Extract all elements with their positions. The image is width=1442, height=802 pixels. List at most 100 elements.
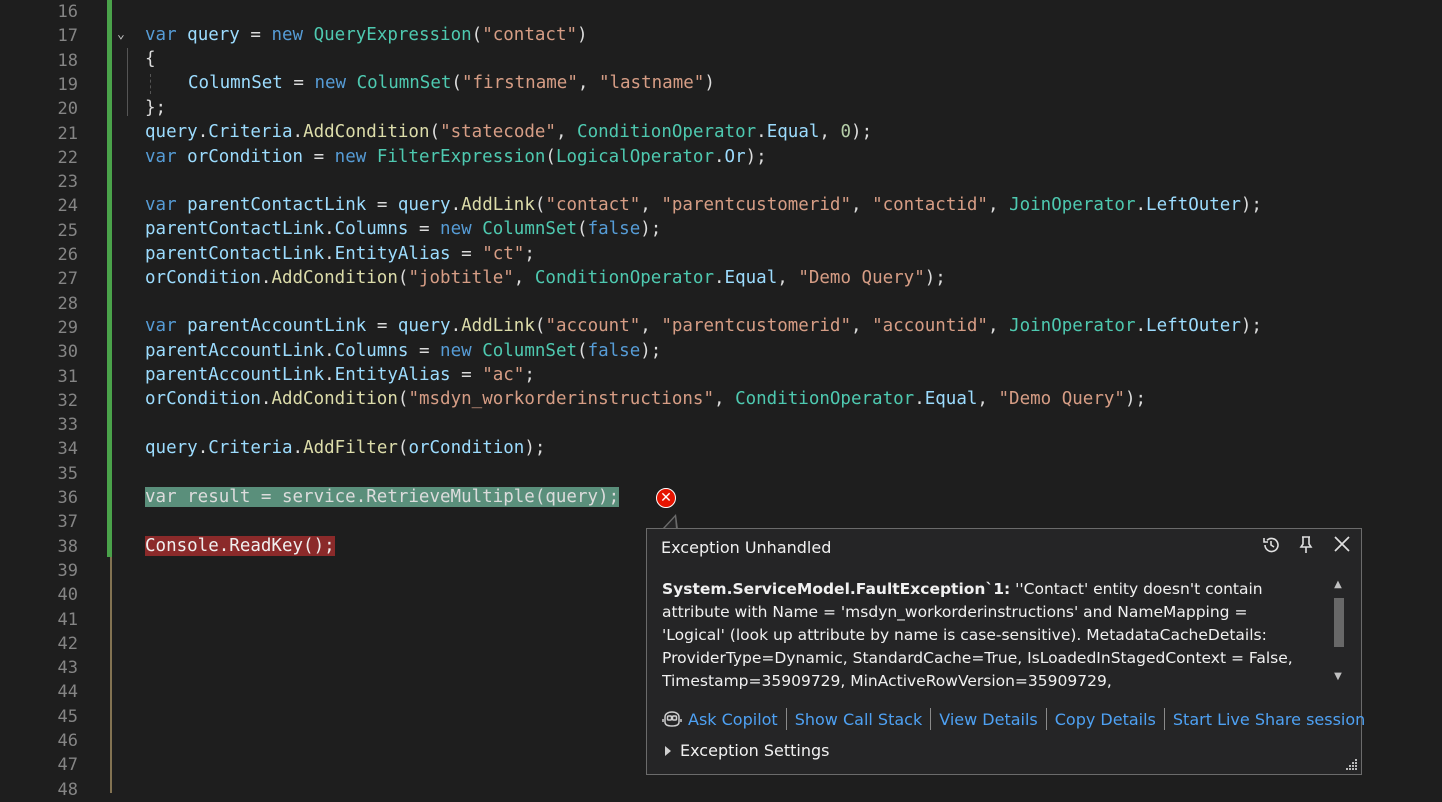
scroll-down-icon[interactable]: ▼ <box>1329 669 1347 685</box>
code-line-30[interactable]: parentAccountLink.Columns = new ColumnSe… <box>145 339 661 363</box>
code-line-24[interactable]: var parentContactLink = query.AddLink("c… <box>145 193 1262 217</box>
code-token: LogicalOperator <box>555 147 714 167</box>
line-number: 42 <box>57 633 78 654</box>
code-line-26[interactable]: parentContactLink.EntityAlias = "ct"; <box>145 242 535 266</box>
exception-settings-label: Exception Settings <box>680 741 830 760</box>
code-line-22[interactable]: var orCondition = new FilterExpression(L… <box>145 145 767 169</box>
code-token: new <box>314 73 347 93</box>
code-line-27[interactable]: orCondition.AddCondition("jobtitle", Con… <box>145 266 946 290</box>
code-token: ); <box>1240 316 1262 336</box>
code-token: "statecode" <box>440 122 556 142</box>
show-call-stack-link[interactable]: Show Call Stack <box>795 710 923 729</box>
line-number-gutter: 16 17 18 19 20 21 22 23 24 25 26 27 28 29 30 31 32 33 34 35… <box>0 0 92 800</box>
code-token: = <box>282 73 315 93</box>
line-number: 17 <box>57 26 78 47</box>
line-number: 26 <box>57 245 78 265</box>
code-token: . <box>756 122 767 142</box>
code-token: "jobtitle" <box>408 268 514 288</box>
code-token: "parentcustomerid" <box>661 316 851 336</box>
divider <box>930 708 932 730</box>
line-number: 31 <box>57 366 78 387</box>
divider <box>1163 708 1165 730</box>
code-token: , <box>987 316 1010 336</box>
code-token: "contact" <box>545 195 641 215</box>
message-scrollbar[interactable]: ▲ ▼ <box>1329 577 1347 689</box>
expand-triangle-icon <box>665 745 671 756</box>
code-token: ( <box>397 438 409 458</box>
line-number: 18 <box>57 50 78 71</box>
code-token: . <box>260 389 272 409</box>
code-token: , <box>555 122 578 142</box>
code-token: ( <box>471 25 483 45</box>
exception-message: System.ServiceModel.FaultException`1: ''… <box>662 578 1312 693</box>
code-token: "msdyn_workorderinstructions" <box>408 389 714 409</box>
code-token: , <box>851 195 873 215</box>
code-token: ColumnSet <box>482 341 578 361</box>
code-line-34[interactable]: query.Criteria.AddFilter(orCondition); <box>145 436 545 460</box>
code-token: . <box>260 268 272 288</box>
code-token: 0 <box>840 122 852 142</box>
code-line-25[interactable]: parentContactLink.Columns = new ColumnSe… <box>145 217 661 241</box>
code-token: , <box>640 316 662 336</box>
code-line-19[interactable]: ColumnSet = new ColumnSet("firstname", "… <box>188 71 715 95</box>
code-line-17[interactable]: var query = new QueryExpression("contact… <box>145 23 588 47</box>
copilot-icon <box>662 711 682 727</box>
code-token: Equal <box>724 268 778 288</box>
code-token: ConditionOperator <box>534 268 714 288</box>
line-number: 34 <box>57 439 78 460</box>
copy-details-link[interactable]: Copy Details <box>1055 710 1156 729</box>
code-token: ; <box>524 365 535 385</box>
code-token: . <box>324 341 335 361</box>
line-number: 30 <box>57 342 78 363</box>
code-token: EntityAlias <box>334 365 451 385</box>
code-token: AddCondition <box>271 389 398 409</box>
code-line-32[interactable]: orCondition.AddCondition("msdyn_workorde… <box>145 387 1146 411</box>
code-token: parentAccountLink <box>187 316 367 336</box>
code-token: query <box>397 316 451 336</box>
view-details-link[interactable]: View Details <box>939 710 1038 729</box>
code-line-18[interactable]: { <box>145 47 156 71</box>
divider <box>785 708 787 730</box>
code-token: query <box>145 122 198 142</box>
code-token: parentContactLink <box>145 244 325 264</box>
code-token: orCondition <box>145 389 261 409</box>
scroll-up-icon[interactable]: ▲ <box>1329 577 1347 593</box>
start-live-share-link[interactable]: Start Live Share session <box>1173 710 1365 729</box>
code-token: = <box>366 316 398 336</box>
code-token: new <box>271 25 304 45</box>
code-token: "ac" <box>482 365 525 385</box>
code-token: Criteria <box>208 122 293 142</box>
code-token: ); <box>640 219 662 239</box>
code-line-36-current-statement[interactable]: var result = service.RetrieveMultiple(qu… <box>145 485 620 509</box>
code-line-20[interactable]: }; <box>145 96 166 120</box>
line-number: 36 <box>57 488 78 508</box>
line-number: 27 <box>57 269 78 290</box>
code-token: ); <box>1240 195 1262 215</box>
close-icon[interactable] <box>1330 535 1354 559</box>
code-token: Columns <box>334 341 409 361</box>
line-number: 38 <box>57 536 78 557</box>
code-line-21[interactable]: query.Criteria.AddCondition("statecode",… <box>145 120 872 144</box>
error-icon[interactable]: ✕ <box>656 488 676 508</box>
code-token: . <box>197 122 209 142</box>
exception-popup: Exception Unhandled System.ServiceModel.… <box>646 528 1365 775</box>
code-line-38-breakpoint[interactable]: Console.ReadKey(); <box>145 534 335 558</box>
code-line-31[interactable]: parentAccountLink.EntityAlias = "ac"; <box>145 363 535 387</box>
code-token: ) <box>704 73 715 93</box>
line-number: 22 <box>57 147 78 168</box>
resize-grip-icon[interactable] <box>1344 757 1358 771</box>
code-token: var <box>145 316 177 336</box>
ask-copilot-link[interactable]: Ask Copilot <box>688 710 778 729</box>
code-token: . <box>714 147 725 167</box>
exception-settings-toggle[interactable]: Exception Settings <box>665 741 829 760</box>
code-token: query <box>397 195 451 215</box>
chevron-down-icon[interactable]: ⌄ <box>117 28 131 42</box>
code-line-29[interactable]: var parentAccountLink = query.AddLink("a… <box>145 314 1262 338</box>
code-token: "accountid" <box>872 316 988 336</box>
history-icon[interactable] <box>1259 535 1283 559</box>
scroll-thumb[interactable] <box>1334 598 1344 647</box>
pin-icon[interactable] <box>1294 535 1318 559</box>
